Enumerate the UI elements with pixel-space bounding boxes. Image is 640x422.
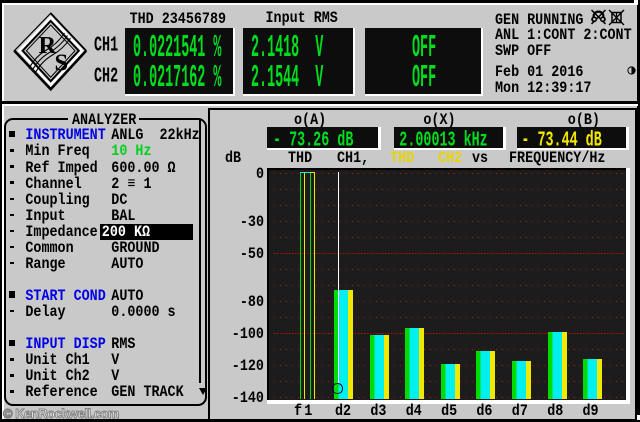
- svg-text:S: S: [55, 50, 69, 77]
